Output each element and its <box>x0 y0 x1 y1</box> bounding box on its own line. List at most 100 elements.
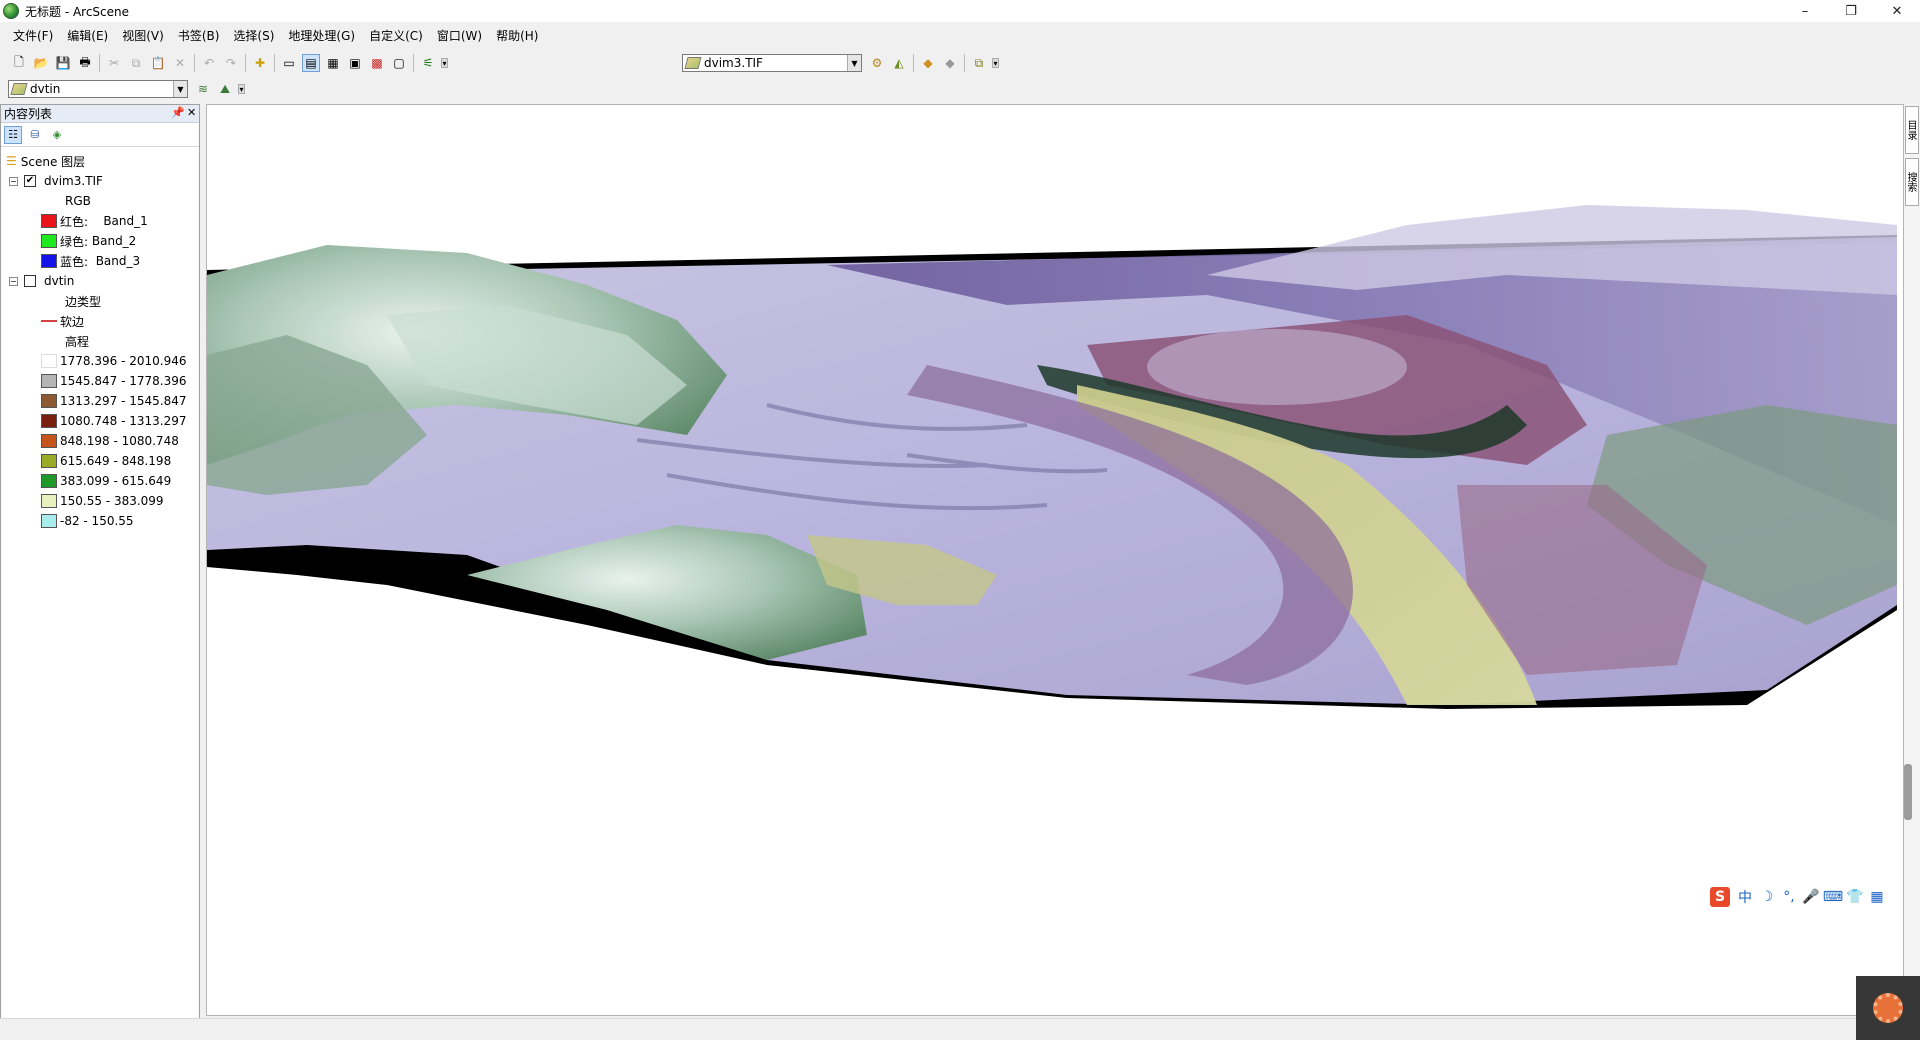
new-document-icon[interactable]: 🗋 <box>10 54 28 72</box>
table-of-contents-icon[interactable]: ▤ <box>302 54 320 72</box>
keyboard-icon[interactable]: ⌨ <box>1822 889 1844 905</box>
menu-help[interactable]: 帮助(H) <box>489 26 545 46</box>
close-icon[interactable]: ✕ <box>187 106 196 119</box>
sogou-logo-icon[interactable]: S <box>1710 887 1730 907</box>
layer-visibility-checkbox[interactable]: ✔ <box>24 175 36 187</box>
open-folder-icon[interactable]: 📂 <box>32 54 50 72</box>
microphone-icon[interactable]: 🎤 <box>1800 889 1822 905</box>
menu-view[interactable]: 视图(V) <box>115 26 171 46</box>
scene-3d-view[interactable] <box>206 104 1904 1016</box>
scene-properties-icon[interactable]: ▭ <box>280 54 298 72</box>
search-tab[interactable]: 搜索 <box>1905 158 1919 206</box>
legend-class: 1313.297 - 1545.847 <box>41 391 186 411</box>
edge-type-label: 边类型 <box>65 294 102 309</box>
redo-icon[interactable]: ↷ <box>222 54 240 72</box>
pin-icon[interactable]: 📌 <box>171 106 185 119</box>
close-button[interactable]: ✕ <box>1874 0 1920 22</box>
arcscene-app-icon <box>3 3 19 19</box>
paste-icon[interactable]: 📋 <box>149 54 167 72</box>
shading-icon[interactable]: ◆ <box>941 54 959 72</box>
list-by-source-icon[interactable]: ⛁ <box>26 126 44 144</box>
menu-windows[interactable]: 窗口(W) <box>430 26 489 46</box>
search-window-icon[interactable]: ▣ <box>346 54 364 72</box>
elevation-label: 高程 <box>65 334 90 349</box>
punctuation-icon[interactable]: °, <box>1778 889 1800 905</box>
model-builder-icon[interactable]: ⚟ <box>419 54 437 72</box>
layer-visibility-checkbox[interactable] <box>24 275 36 287</box>
layer-dropdown[interactable]: dvim3.TIF ▼ <box>682 54 862 72</box>
red-swatch <box>41 214 57 228</box>
toolbar-options-icon[interactable]: ▾ <box>992 58 999 68</box>
catalog-tab[interactable]: 目录 <box>1905 106 1919 154</box>
chevron-down-icon[interactable]: ▼ <box>847 55 861 71</box>
toolbar-options-icon[interactable]: ▾ <box>238 84 245 94</box>
catalog-window-icon[interactable]: ▦ <box>324 54 342 72</box>
lighting-icon[interactable]: ◆ <box>919 54 937 72</box>
scene-layers-node[interactable]: ☰ Scene 图层 <box>6 151 85 171</box>
terrain-render <box>207 205 1897 709</box>
legend-class: -82 - 150.55 <box>41 511 134 531</box>
scene-layers-label: Scene 图层 <box>20 154 86 169</box>
layer-transparency-icon[interactable]: ◭ <box>890 54 908 72</box>
toolbar-separator <box>913 54 914 72</box>
arctoolbox-icon[interactable]: ▩ <box>368 54 386 72</box>
steepest-path-icon[interactable]: ⛰ <box>216 80 234 98</box>
maximize-button[interactable]: ❐ <box>1828 0 1874 22</box>
list-by-visibility-icon[interactable]: ◈ <box>48 126 66 144</box>
toolbar-options-icon[interactable]: ▾ <box>441 58 448 68</box>
legend-class: 1545.847 - 1778.396 <box>41 371 186 391</box>
menu-edit[interactable]: 编辑(E) <box>60 26 115 46</box>
raster-layer-icon <box>684 57 702 69</box>
minimize-button[interactable]: – <box>1782 0 1828 22</box>
list-by-drawing-order-icon[interactable]: ☷ <box>4 125 22 144</box>
delete-icon[interactable]: ✕ <box>171 54 189 72</box>
green-swatch <box>41 234 57 248</box>
class-swatch <box>41 474 57 488</box>
python-window-icon[interactable]: ▢ <box>390 54 408 72</box>
cut-icon[interactable]: ✂ <box>105 54 123 72</box>
class-swatch <box>41 434 57 448</box>
class-swatch <box>41 374 57 388</box>
legend-class: 1080.748 - 1313.297 <box>41 411 186 431</box>
contour-icon[interactable]: ≋ <box>194 80 212 98</box>
collapse-icon[interactable]: − <box>9 176 18 186</box>
menu-bookmarks[interactable]: 书签(B) <box>171 26 227 46</box>
toolbar-separator <box>99 54 100 72</box>
skin-icon[interactable]: 👕 <box>1844 889 1866 905</box>
legend-soft-edge: 软边 <box>41 311 84 331</box>
menu-file[interactable]: 文件(F) <box>6 26 60 46</box>
renderer-label: RGB <box>65 194 91 208</box>
layer-name: dvtin <box>44 274 75 288</box>
layer-properties-icon[interactable]: ⚙ <box>868 54 886 72</box>
add-data-icon[interactable]: ✚ <box>251 54 269 72</box>
menu-geoprocessing[interactable]: 地理处理(G) <box>281 26 362 46</box>
blue-swatch <box>41 254 57 268</box>
print-icon[interactable]: 🖶 <box>76 54 94 72</box>
copy-icon[interactable]: ⧉ <box>127 54 145 72</box>
analyst-layer-dropdown[interactable]: dvtin ▼ <box>8 80 188 98</box>
face-culling-icon[interactable]: ⧉ <box>970 54 988 72</box>
undo-icon[interactable]: ↶ <box>200 54 218 72</box>
collapse-icon[interactable]: − <box>9 276 18 286</box>
language-toggle-icon[interactable]: 中 <box>1734 887 1756 907</box>
3d-analyst-toolbar: dvtin ▼ ≋ ⛰ ▾ <box>8 77 245 101</box>
class-swatch <box>41 454 57 468</box>
moon-icon[interactable]: ☽ <box>1756 889 1778 905</box>
gear-widget-icon[interactable] <box>1856 976 1920 1040</box>
grid-menu-icon[interactable]: ▦ <box>1866 889 1888 905</box>
chevron-down-icon[interactable]: ▼ <box>173 81 187 97</box>
layer-row-dvim3[interactable]: − ✔ dvim3.TIF <box>9 171 103 191</box>
legend-band-red: 红色: Band_1 <box>41 211 148 231</box>
layer-name: dvim3.TIF <box>44 174 103 188</box>
toolbar-separator <box>274 54 275 72</box>
status-bar <box>0 1018 1920 1040</box>
scrollbar-thumb[interactable] <box>1904 764 1912 820</box>
menu-selection[interactable]: 选择(S) <box>226 26 281 46</box>
legend-class: 150.55 - 383.099 <box>41 491 164 511</box>
toolbar-separator <box>194 54 195 72</box>
class-swatch <box>41 394 57 408</box>
layer-row-dvtin[interactable]: − dvtin <box>9 271 74 291</box>
menu-customize[interactable]: 自定义(C) <box>362 26 430 46</box>
toolbar-separator <box>413 54 414 72</box>
save-icon[interactable]: 💾 <box>54 54 72 72</box>
